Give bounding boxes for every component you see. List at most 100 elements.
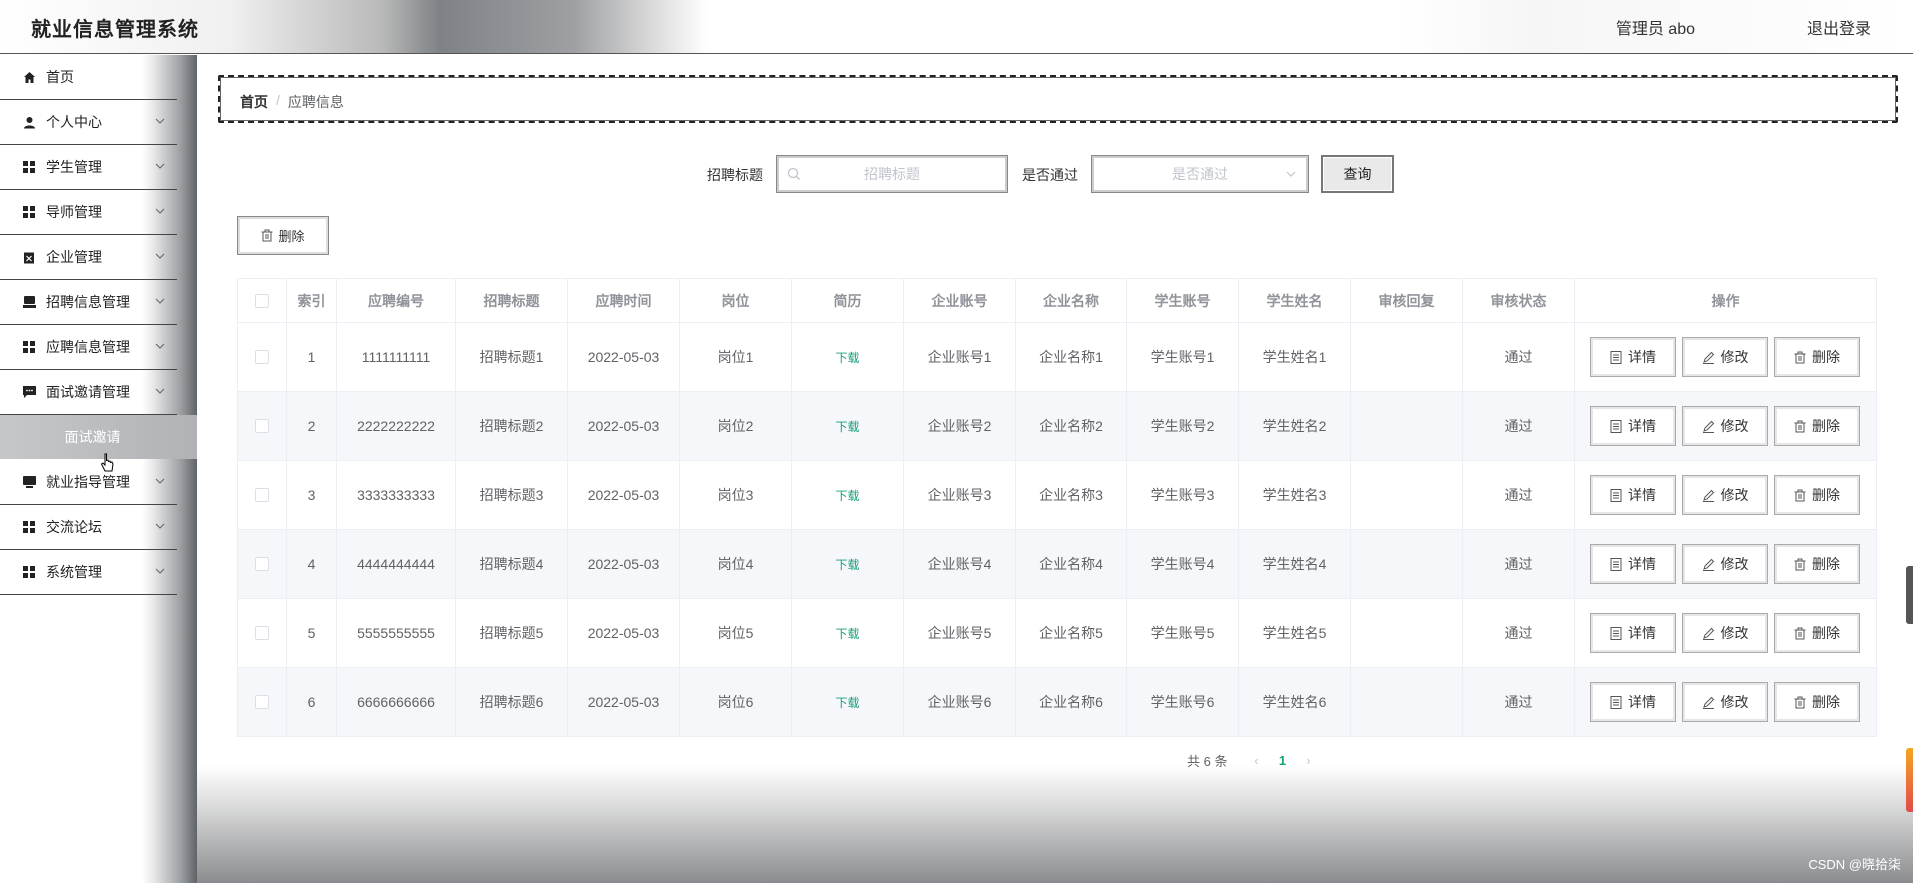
cell-app-no: 3333333333 (337, 461, 456, 529)
download-resume-link[interactable]: 下载 (835, 694, 859, 711)
sidebar-item-10[interactable]: 系统管理 (0, 550, 177, 595)
detail-button-label: 详情 (1628, 349, 1656, 365)
edit-button[interactable]: 修改 (1682, 544, 1768, 584)
detail-button-label: 详情 (1628, 694, 1656, 710)
delete-button[interactable]: 删除 (1774, 682, 1860, 722)
delete-button-label: 删除 (1812, 487, 1840, 503)
delete-button[interactable]: 删除 (1774, 544, 1860, 584)
edit-button[interactable]: 修改 (1682, 337, 1768, 377)
cell-ent-account: 企业账号5 (904, 599, 1016, 667)
row-checkbox[interactable] (237, 668, 287, 736)
main-bottom-gradient (197, 765, 1913, 883)
sidebar-item-8[interactable]: 就业指导管理 (0, 460, 177, 505)
select-all-checkbox[interactable] (237, 279, 287, 322)
chevron-down-icon (155, 343, 165, 349)
cell-index: 6 (287, 668, 337, 736)
column-header: 审核状态 (1463, 279, 1575, 322)
cell-ent-name: 企业名称6 (1016, 668, 1127, 736)
sidebar-item-4[interactable]: 企业管理 (0, 235, 177, 280)
sidebar-subitem-interview-invite[interactable]: 面试邀请 (0, 415, 197, 459)
row-checkbox[interactable] (237, 530, 287, 598)
actions-cell: 详情 修改 删除 (1575, 599, 1877, 667)
cell-stu-name: 学生姓名1 (1239, 323, 1351, 391)
resume-cell: 下载 (792, 530, 904, 598)
row-checkbox[interactable] (237, 392, 287, 460)
edit-button[interactable]: 修改 (1682, 613, 1768, 653)
page-number[interactable]: 1 (1265, 753, 1299, 768)
actions-cell: 详情 修改 删除 (1575, 392, 1877, 460)
cell-ent-name: 企业名称1 (1016, 323, 1127, 391)
delete-button[interactable]: 删除 (1774, 613, 1860, 653)
prev-page-icon[interactable]: ‹ (1247, 753, 1265, 768)
delete-button-label: 删除 (1812, 694, 1840, 710)
sidebar-item-6[interactable]: 应聘信息管理 (0, 325, 177, 370)
detail-button[interactable]: 详情 (1590, 613, 1676, 653)
cell-post: 岗位1 (680, 323, 792, 391)
bulk-delete-button[interactable]: 删除 (237, 216, 329, 255)
edit-button-label: 修改 (1720, 487, 1749, 503)
cell-post: 岗位2 (680, 392, 792, 460)
sidebar-item-5[interactable]: 招聘信息管理 (0, 280, 177, 325)
edit-icon (1702, 351, 1714, 364)
cell-post: 岗位5 (680, 599, 792, 667)
sidebar: 首页 个人中心 学生管理 导师管理 企业管理 招聘信息管理 应聘信息管理面试邀请管理就业指导… (0, 55, 197, 883)
side-float-tab[interactable] (1906, 566, 1913, 624)
column-header: 企业名称 (1016, 279, 1127, 322)
sidebar-item-9[interactable]: 交流论坛 (0, 505, 177, 550)
download-resume-link[interactable]: 下载 (835, 349, 859, 366)
cell-status: 通过 (1463, 392, 1575, 460)
cell-stu-name: 学生姓名3 (1239, 461, 1351, 529)
edit-button[interactable]: 修改 (1682, 406, 1768, 446)
cell-ent-name: 企业名称2 (1016, 392, 1127, 460)
next-page-icon[interactable]: › (1299, 753, 1317, 768)
cell-stu-account: 学生账号1 (1127, 323, 1239, 391)
cell-ent-account: 企业账号2 (904, 392, 1016, 460)
download-resume-link[interactable]: 下载 (835, 625, 859, 642)
title-search-input[interactable]: 招聘标题 (776, 155, 1008, 193)
edit-button[interactable]: 修改 (1682, 682, 1768, 722)
detail-button[interactable]: 详情 (1590, 544, 1676, 584)
breadcrumb-current: 应聘信息 (287, 94, 344, 110)
detail-button[interactable]: 详情 (1590, 337, 1676, 377)
chevron-down-icon (155, 118, 165, 124)
sidebar-subitem-label: 面试邀请 (64, 429, 121, 445)
delete-button[interactable]: 删除 (1774, 475, 1860, 515)
side-float-tab-colored[interactable] (1906, 748, 1913, 812)
cell-ent-account: 企业账号6 (904, 668, 1016, 736)
breadcrumb-home[interactable]: 首页 (240, 92, 268, 112)
logout-link[interactable]: 退出登录 (1807, 15, 1871, 39)
checkbox-box (255, 488, 269, 502)
sidebar-item-label: 面试邀请管理 (46, 384, 130, 400)
edit-button[interactable]: 修改 (1682, 475, 1768, 515)
mouse-cursor-icon (100, 453, 114, 472)
detail-button[interactable]: 详情 (1590, 475, 1676, 515)
checkbox-box (255, 293, 269, 308)
cell-time: 2022-05-03 (568, 461, 680, 529)
query-button-label: 查询 (1343, 166, 1372, 182)
row-checkbox[interactable] (237, 323, 287, 391)
trash-icon (1794, 489, 1806, 501)
sidebar-item-2[interactable]: 学生管理 (0, 145, 177, 190)
sidebar-item-7[interactable]: 面试邀请管理 (0, 370, 177, 415)
cell-status: 通过 (1463, 530, 1575, 598)
passed-select[interactable]: 是否通过 (1091, 155, 1309, 193)
column-header: 应聘编号 (337, 279, 456, 322)
sidebar-item-3[interactable]: 导师管理 (0, 190, 177, 235)
sidebar-item-0[interactable]: 首页 (0, 55, 177, 100)
row-checkbox[interactable] (237, 599, 287, 667)
row-checkbox[interactable] (237, 461, 287, 529)
detail-button[interactable]: 详情 (1590, 406, 1676, 446)
column-header: 操作 (1575, 279, 1877, 322)
delete-button[interactable]: 删除 (1774, 337, 1860, 377)
document-icon (1610, 557, 1622, 571)
download-resume-link[interactable]: 下载 (835, 487, 859, 504)
edit-button-label: 修改 (1720, 418, 1749, 434)
query-button[interactable]: 查询 (1321, 155, 1394, 193)
cell-index: 4 (287, 530, 337, 598)
column-header: 学生账号 (1127, 279, 1239, 322)
sidebar-item-1[interactable]: 个人中心 (0, 100, 177, 145)
download-resume-link[interactable]: 下载 (835, 418, 859, 435)
download-resume-link[interactable]: 下载 (835, 556, 859, 573)
detail-button[interactable]: 详情 (1590, 682, 1676, 722)
delete-button[interactable]: 删除 (1774, 406, 1860, 446)
